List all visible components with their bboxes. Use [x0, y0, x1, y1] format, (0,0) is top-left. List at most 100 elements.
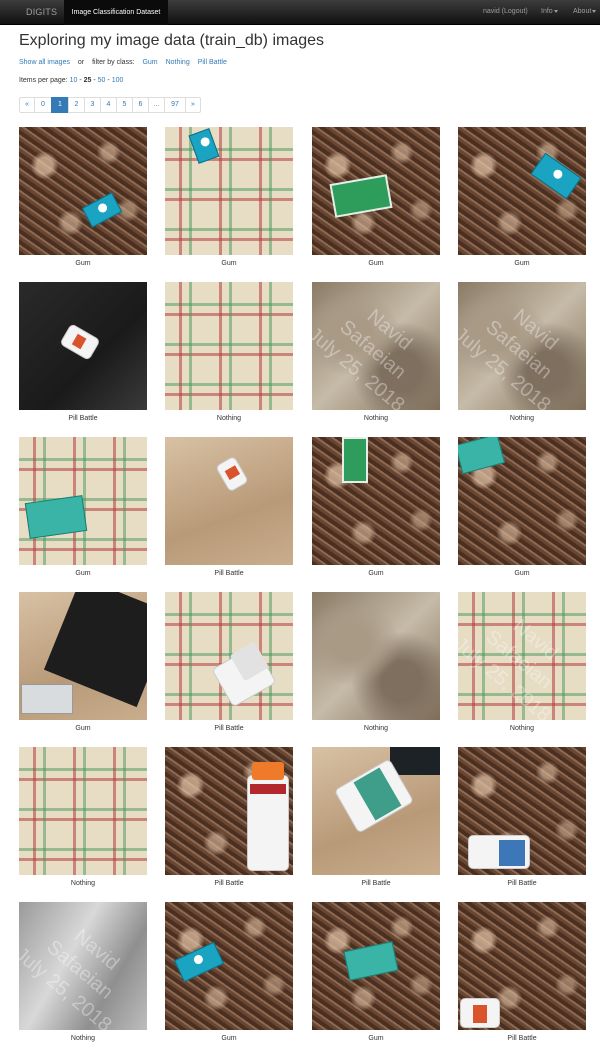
image-tile[interactable]: Nothing [19, 747, 147, 890]
image-tile[interactable]: Pill Battle [165, 747, 293, 890]
filter-gum-link[interactable]: Gum [142, 59, 157, 66]
pill-bottle [59, 323, 101, 361]
about-menu[interactable]: About [573, 8, 597, 15]
brand-logo[interactable]: DIGITS [26, 7, 57, 17]
thumbnail-image[interactable]: Navid Safaeian July 25, 2018 [19, 902, 147, 1030]
thumbnail-image[interactable] [165, 592, 293, 720]
image-tile[interactable]: Gum [312, 437, 440, 580]
watermark: Navid Safaeian July 25, 2018 [458, 592, 586, 720]
thumbnail-image[interactable] [312, 127, 440, 255]
image-caption: Gum [221, 260, 237, 267]
image-tile[interactable]: Gum [19, 437, 147, 580]
image-tile[interactable]: Pill Battle [458, 902, 586, 1045]
items-per-page-label: Items per page: [19, 77, 68, 84]
caret-down-icon [553, 9, 558, 13]
thumbnail-image[interactable] [312, 747, 440, 875]
thumbnail-image[interactable] [312, 592, 440, 720]
pagination: « 0 1 2 3 4 5 6 ... 97 » [19, 97, 201, 113]
pill-bottle [214, 455, 250, 493]
image-tile[interactable]: Pill Battle [458, 747, 586, 890]
pagination-prev[interactable]: « [19, 97, 35, 113]
filter-pill-battle-link[interactable]: Pill Battle [198, 59, 227, 66]
thumbnail-image[interactable] [165, 902, 293, 1030]
image-tile[interactable]: Gum [165, 127, 293, 270]
image-caption: Nothing [363, 725, 389, 732]
image-tile[interactable]: Gum [19, 592, 147, 735]
thumbnail-image[interactable] [458, 902, 586, 1030]
image-tile[interactable]: Navid Safaeian July 25, 2018 Nothing [458, 282, 586, 425]
image-tile[interactable]: Navid Safaeian July 25, 2018 Nothing [19, 902, 147, 1045]
bottle-label [224, 465, 241, 480]
pill-bottle [460, 998, 500, 1028]
watermark-name: Navid Safaeian [481, 615, 563, 694]
thumbnail-image[interactable] [165, 282, 293, 410]
pagination-next[interactable]: » [185, 97, 201, 113]
thumbnail-image[interactable] [165, 437, 293, 565]
image-caption: Gum [368, 260, 384, 267]
filter-label: filter by class: [92, 59, 135, 66]
bottle-label [499, 840, 525, 866]
image-caption: Gum [368, 570, 384, 577]
image-tile[interactable]: Pill Battle [165, 592, 293, 735]
thumbnail-image[interactable] [165, 127, 293, 255]
nav-item-image-classification-dataset[interactable]: Image Classification Dataset [64, 0, 168, 25]
pagination-page-1[interactable]: 1 [51, 97, 69, 113]
thumbnail-image[interactable] [165, 747, 293, 875]
thumbnail-image[interactable] [19, 437, 147, 565]
thumbnail-image[interactable] [458, 127, 586, 255]
per-page-100-link[interactable]: 100 [112, 77, 124, 84]
image-caption: Pill Battle [507, 1035, 537, 1042]
per-page-10-link[interactable]: 10 [70, 77, 78, 84]
pagination-page-3[interactable]: 3 [84, 97, 101, 113]
pagination-page-2[interactable]: 2 [68, 97, 85, 113]
image-caption: Gum [75, 260, 91, 267]
thumbnail-image[interactable]: Navid Safaeian July 25, 2018 [458, 592, 586, 720]
watermark-date: July 25, 2018 [458, 323, 555, 410]
image-tile[interactable]: Gum [19, 127, 147, 270]
image-tile[interactable]: Gum [458, 437, 586, 580]
thumbnail-image[interactable] [312, 437, 440, 565]
thumbnail-image[interactable] [19, 282, 147, 410]
gum-package [342, 437, 368, 483]
image-tile[interactable]: Gum [458, 127, 586, 270]
image-caption: Nothing [70, 1035, 96, 1042]
thumbnail-image[interactable] [19, 127, 147, 255]
image-tile[interactable]: Navid Safaeian July 25, 2018 Nothing [312, 282, 440, 425]
watermark: Navid Safaeian July 25, 2018 [458, 282, 586, 410]
user-logout-link[interactable]: navid (Logout) [483, 8, 528, 15]
info-menu[interactable]: Info [541, 8, 558, 15]
image-tile[interactable]: Gum [312, 127, 440, 270]
image-tile[interactable]: Gum [312, 902, 440, 1045]
image-tile[interactable]: Pill Battle [19, 282, 147, 425]
image-tile[interactable]: Navid Safaeian July 25, 2018 Nothing [458, 592, 586, 735]
or-text: or [77, 59, 85, 66]
show-all-images-link[interactable]: Show all images [19, 59, 70, 66]
thumbnail-image[interactable]: Navid Safaeian July 25, 2018 [458, 282, 586, 410]
filter-bar: Show all images or filter by class: Gum … [19, 59, 227, 66]
bottle-label [71, 333, 87, 350]
watermark-name: Navid Safaeian [335, 305, 417, 384]
pagination-page-97[interactable]: 97 [164, 97, 186, 113]
image-tile[interactable]: Nothing [312, 592, 440, 735]
bottle-cap [229, 641, 270, 682]
per-page-50-link[interactable]: 50 [98, 77, 106, 84]
filter-nothing-link[interactable]: Nothing [166, 59, 190, 66]
items-per-page: Items per page: 10 - 25 - 50 - 100 [19, 77, 124, 84]
gum-package [24, 495, 88, 539]
thumbnail-image[interactable] [458, 437, 586, 565]
pagination-page-6[interactable]: 6 [132, 97, 149, 113]
pagination-page-5[interactable]: 5 [116, 97, 133, 113]
pagination-page-0[interactable]: 0 [34, 97, 52, 113]
thumbnail-image[interactable]: Navid Safaeian July 25, 2018 [312, 282, 440, 410]
image-tile[interactable]: Pill Battle [312, 747, 440, 890]
watermark-name: Navid Safaeian [42, 925, 124, 1004]
thumbnail-image[interactable] [312, 902, 440, 1030]
thumbnail-image[interactable] [458, 747, 586, 875]
image-tile[interactable]: Pill Battle [165, 437, 293, 580]
image-tile[interactable]: Nothing [165, 282, 293, 425]
watermark-date: July 25, 2018 [312, 323, 409, 410]
pagination-page-4[interactable]: 4 [100, 97, 117, 113]
image-tile[interactable]: Gum [165, 902, 293, 1045]
thumbnail-image[interactable] [19, 747, 147, 875]
thumbnail-image[interactable] [19, 592, 147, 720]
